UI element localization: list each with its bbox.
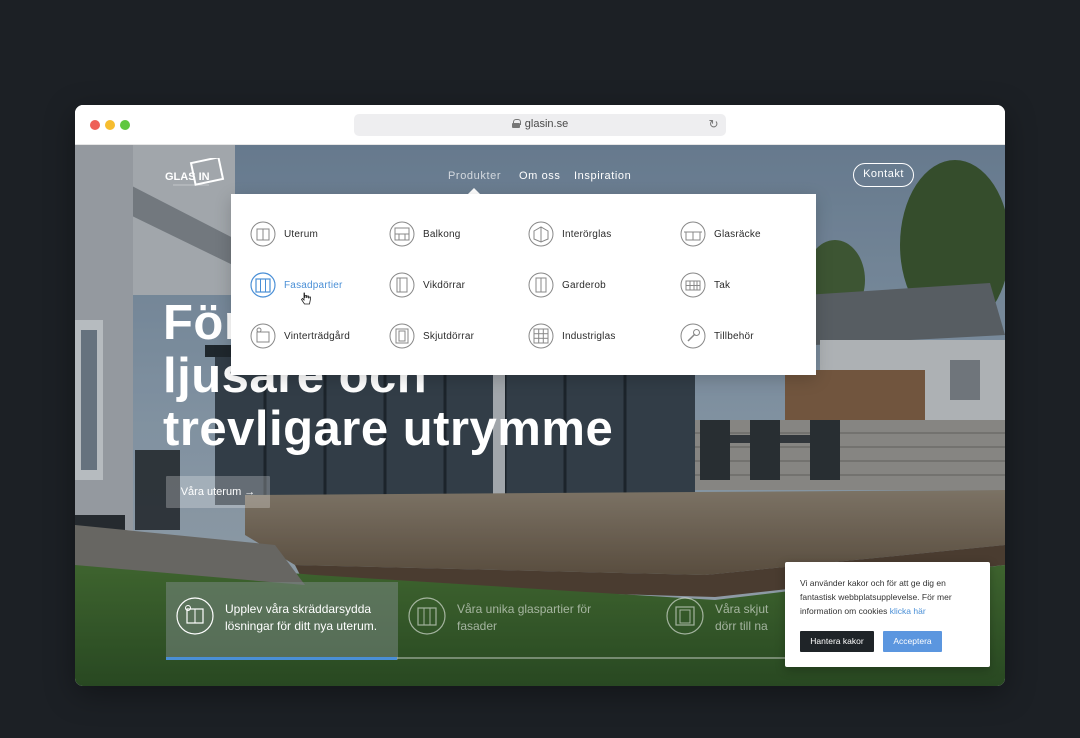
- nav-om-oss[interactable]: Om oss: [519, 170, 561, 182]
- lock-icon: [511, 119, 521, 128]
- dropdown-item-balkong[interactable]: Balkong: [389, 220, 461, 248]
- maximize-window-button[interactable]: [120, 120, 130, 130]
- sliding-door-icon: [666, 597, 704, 635]
- balcony-icon: [389, 221, 415, 247]
- hand-cursor-icon: [300, 292, 311, 305]
- cookie-text: Vi använder kakor och för att ge dig en …: [800, 578, 952, 616]
- folding-door-icon: [389, 272, 415, 298]
- sunroom-icon: [250, 221, 276, 247]
- dropdown-item-tillbehor[interactable]: Tillbehör: [680, 322, 754, 350]
- nav-inspiration[interactable]: Inspiration: [574, 170, 631, 182]
- browser-titlebar: glasin.se ↻: [75, 105, 1005, 145]
- cookie-banner: Vi använder kakor och för att ge dig en …: [785, 562, 990, 667]
- feature-strip: Upplev våra skräddarsydda lösningar för …: [166, 582, 825, 660]
- feature-card-uterum[interactable]: Upplev våra skräddarsydda lösningar för …: [166, 582, 398, 660]
- feature-progress-fill: [166, 657, 397, 660]
- cta-button[interactable]: Våra uterum →: [166, 476, 270, 508]
- address-bar[interactable]: glasin.se ↻: [354, 114, 726, 136]
- nav-produkter[interactable]: Produkter: [448, 170, 501, 182]
- facade-icon: [408, 597, 446, 635]
- dropdown-item-fasadpartier[interactable]: Fasadpartier: [250, 271, 343, 299]
- browser-window: glasin.se ↻ GLAS IN Produkter Om oss Ins…: [75, 105, 1005, 686]
- cookie-info-link[interactable]: klicka här: [890, 606, 926, 616]
- industrial-glass-icon: [528, 323, 554, 349]
- sliding-door-icon: [389, 323, 415, 349]
- dropdown-item-vintertradgard[interactable]: Vinterträdgård: [250, 322, 350, 350]
- page-viewport: GLAS IN Produkter Om oss Inspiration Kon…: [75, 145, 1005, 686]
- svg-text:GLAS IN: GLAS IN: [165, 171, 210, 183]
- winter-garden-icon: [250, 323, 276, 349]
- dropdown-item-garderob[interactable]: Garderob: [528, 271, 606, 299]
- feature-card-fasader[interactable]: Våra unika glaspartier för fasader: [398, 582, 656, 660]
- url-text: glasin.se: [524, 118, 569, 130]
- accept-cookies-button[interactable]: Acceptera: [883, 631, 942, 652]
- glass-railing-icon: [680, 221, 706, 247]
- contact-button[interactable]: Kontakt: [853, 163, 914, 187]
- minimize-window-button[interactable]: [105, 120, 115, 130]
- roof-icon: [680, 272, 706, 298]
- close-window-button[interactable]: [90, 120, 100, 130]
- dropdown-item-uterum[interactable]: Uterum: [250, 220, 318, 248]
- facade-icon: [250, 272, 276, 298]
- wrench-icon: [680, 323, 706, 349]
- dropdown-item-interorglas[interactable]: Interörglas: [528, 220, 611, 248]
- reload-icon[interactable]: ↻: [707, 118, 720, 131]
- dropdown-item-vikdorrar[interactable]: Vikdörrar: [389, 271, 465, 299]
- dropdown-item-skjutdorrar[interactable]: Skjutdörrar: [389, 322, 474, 350]
- dropdown-item-glasracke[interactable]: Glasräcke: [680, 220, 761, 248]
- dropdown-item-industriglas[interactable]: Industriglas: [528, 322, 616, 350]
- manage-cookies-button[interactable]: Hantera kakor: [800, 631, 874, 652]
- wardrobe-icon: [528, 272, 554, 298]
- sunroom-icon: [176, 597, 214, 635]
- glasin-logo[interactable]: GLAS IN: [165, 158, 227, 194]
- dropdown-item-tak[interactable]: Tak: [680, 271, 730, 299]
- products-dropdown: Uterum Balkong Interörglas Glasräcke Fas…: [231, 194, 816, 375]
- interior-glass-icon: [528, 221, 554, 247]
